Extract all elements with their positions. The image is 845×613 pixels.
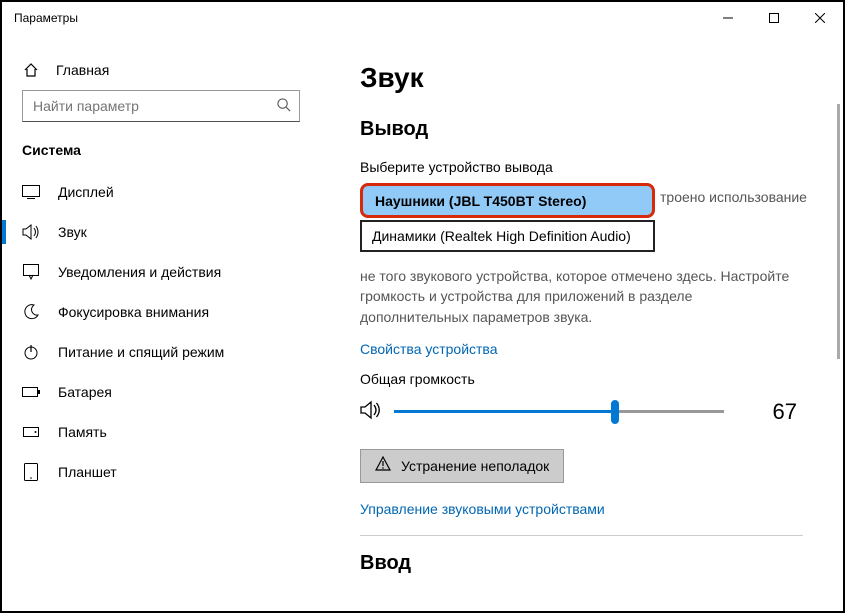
maximize-button[interactable] [751,2,797,34]
maximize-icon [769,13,779,23]
speaker-icon[interactable] [360,400,382,423]
sidebar-item-notifications[interactable]: Уведомления и действия [2,252,320,292]
troubleshoot-label: Устранение неполадок [401,458,549,474]
device-properties-link[interactable]: Свойства устройства [360,341,803,357]
sidebar-item-label: Питание и спящий режим [58,344,224,360]
troubleshoot-button[interactable]: Устранение неполадок [360,449,564,483]
sidebar-item-label: Планшет [58,464,117,480]
moon-icon [22,304,40,320]
option-label: Динамики (Realtek High Definition Audio) [372,228,631,244]
sidebar: Главная Система Дисплей Звук [2,34,320,611]
sidebar-item-label: Уведомления и действия [58,264,221,280]
sidebar-item-label: Батарея [58,384,112,400]
sidebar-item-label: Память [58,424,107,440]
sidebar-item-focus[interactable]: Фокусировка внимания [2,292,320,332]
manage-devices-link[interactable]: Управление звуковыми устройствами [360,501,803,517]
sidebar-item-sound[interactable]: Звук [2,212,320,252]
volume-slider[interactable] [394,400,724,424]
battery-icon [22,384,40,400]
monitor-icon [22,184,40,200]
storage-icon [22,424,40,440]
titlebar: Параметры [2,2,843,34]
sidebar-item-battery[interactable]: Батарея [2,372,320,412]
section-label: Система [2,142,320,172]
sidebar-item-tablet[interactable]: Планшет [2,452,320,492]
close-button[interactable] [797,2,843,34]
output-device-dropdown[interactable]: троено использование Наушники (JBL T450B… [360,183,803,252]
scrollbar[interactable] [837,104,840,359]
window-body: Главная Система Дисплей Звук [2,34,843,611]
sidebar-item-power[interactable]: Питание и спящий режим [2,332,320,372]
main-content: Звук Вывод Выберите устройство вывода тр… [320,34,843,611]
sidebar-item-storage[interactable]: Память [2,412,320,452]
speaker-icon [22,224,40,240]
sidebar-item-label: Звук [58,224,87,240]
sidebar-item-label: Дисплей [58,184,114,200]
close-icon [815,13,825,23]
dropdown-option[interactable]: Динамики (Realtek High Definition Audio) [360,220,655,252]
search-input[interactable] [31,97,276,115]
slider-fill [394,410,615,413]
notifications-icon [22,264,40,280]
output-note: не того звукового устройства, которое от… [360,266,803,327]
note-fragment-1: троено использование [660,187,830,207]
warning-icon [375,456,391,475]
tablet-icon [22,464,40,480]
window-controls [705,2,843,34]
page-title: Звук [360,62,803,94]
volume-row: 67 [360,399,803,425]
output-select-label: Выберите устройство вывода [360,159,803,175]
section-divider [360,535,803,536]
window-title: Параметры [14,11,78,25]
sidebar-item-display[interactable]: Дисплей [2,172,320,212]
volume-label: Общая громкость [360,371,803,387]
input-heading: Ввод [360,552,803,575]
power-icon [22,344,40,360]
search-box[interactable] [22,90,300,122]
dropdown-selected-option[interactable]: Наушники (JBL T450BT Stereo) [360,183,655,218]
minimize-button[interactable] [705,2,751,34]
home-icon [22,62,40,78]
minimize-icon [723,13,733,23]
home-link[interactable]: Главная [2,54,320,90]
settings-window: Параметры Главная [0,0,845,613]
search-icon [276,97,291,115]
slider-thumb[interactable] [611,400,619,424]
home-label: Главная [56,62,109,78]
output-heading: Вывод [360,118,803,141]
sidebar-item-label: Фокусировка внимания [58,304,209,320]
selected-option-label: Наушники (JBL T450BT Stereo) [375,193,586,209]
volume-value: 67 [773,399,803,425]
